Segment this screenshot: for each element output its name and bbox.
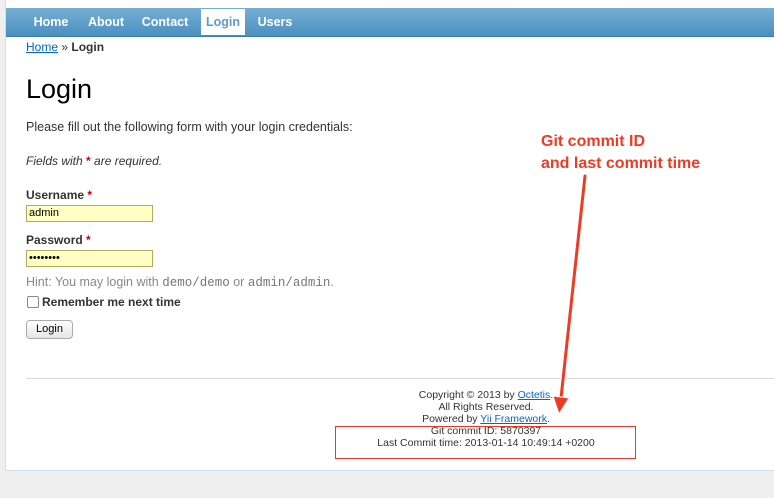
password-label: Password * [26, 233, 91, 247]
required-note: Fields with * are required. [26, 154, 162, 168]
breadcrumb: Home » Login [26, 40, 104, 54]
remember-me-checkbox[interactable] [27, 296, 39, 308]
main-navbar: Home About Contact Login Users [6, 8, 774, 37]
required-note-suffix: are required. [94, 154, 163, 168]
framework-link[interactable]: Yii Framework [480, 413, 547, 425]
required-marker: * [86, 154, 91, 168]
nav-home[interactable]: Home [26, 8, 76, 36]
nav-contact[interactable]: Contact [136, 8, 194, 36]
annotation-callout: Git commit ID and last commit time [541, 131, 700, 175]
annotation-line-1: Git commit ID [541, 133, 646, 150]
footer-powered-by: Powered by Yii Framework. [336, 413, 636, 425]
hint-or: or [233, 275, 245, 289]
hint-suffix: . [330, 275, 334, 289]
powered-suffix: . [546, 413, 550, 425]
password-required-marker: * [86, 233, 91, 247]
nav-about[interactable]: About [82, 8, 130, 36]
hint-admin-credentials: admin/admin [247, 276, 331, 290]
username-required-marker: * [87, 188, 93, 202]
breadcrumb-home-link[interactable]: Home [26, 40, 58, 54]
page-container: Home About Contact Login Users Home » Lo… [5, 0, 774, 471]
nav-login[interactable]: Login [201, 9, 245, 35]
annotation-highlight-box [335, 426, 636, 459]
username-label-text: Username [26, 188, 85, 202]
nav-users[interactable]: Users [251, 8, 299, 36]
copyright-prefix: Copyright © 2013 by [418, 389, 515, 401]
password-label-text: Password [26, 233, 83, 247]
intro-text: Please fill out the following form with … [26, 120, 353, 134]
username-label: Username * [26, 188, 92, 202]
company-link[interactable]: Octetis [518, 389, 551, 401]
copyright-suffix: . [550, 389, 554, 401]
footer-divider [26, 378, 774, 379]
page-title: Login [26, 74, 93, 104]
breadcrumb-separator: » [61, 40, 69, 54]
required-note-prefix: Fields with [26, 154, 83, 168]
footer-rights: All Rights Reserved. [438, 401, 534, 413]
breadcrumb-current: Login [71, 40, 105, 54]
login-hint: Hint: You may login with demo/demo or ad… [26, 275, 334, 290]
password-input[interactable]: •••••••• [26, 250, 153, 267]
hint-prefix: Hint: You may login with [26, 275, 159, 289]
login-submit-button[interactable]: Login [26, 320, 73, 339]
footer-copyright: Copyright © 2013 by Octetis. [336, 389, 636, 401]
username-input[interactable]: admin [26, 205, 153, 222]
powered-prefix: Powered by [422, 413, 478, 425]
hint-demo-credentials: demo/demo [162, 276, 230, 290]
annotation-line-2: and last commit time [541, 155, 701, 172]
remember-me-label[interactable]: Remember me next time [42, 295, 181, 309]
